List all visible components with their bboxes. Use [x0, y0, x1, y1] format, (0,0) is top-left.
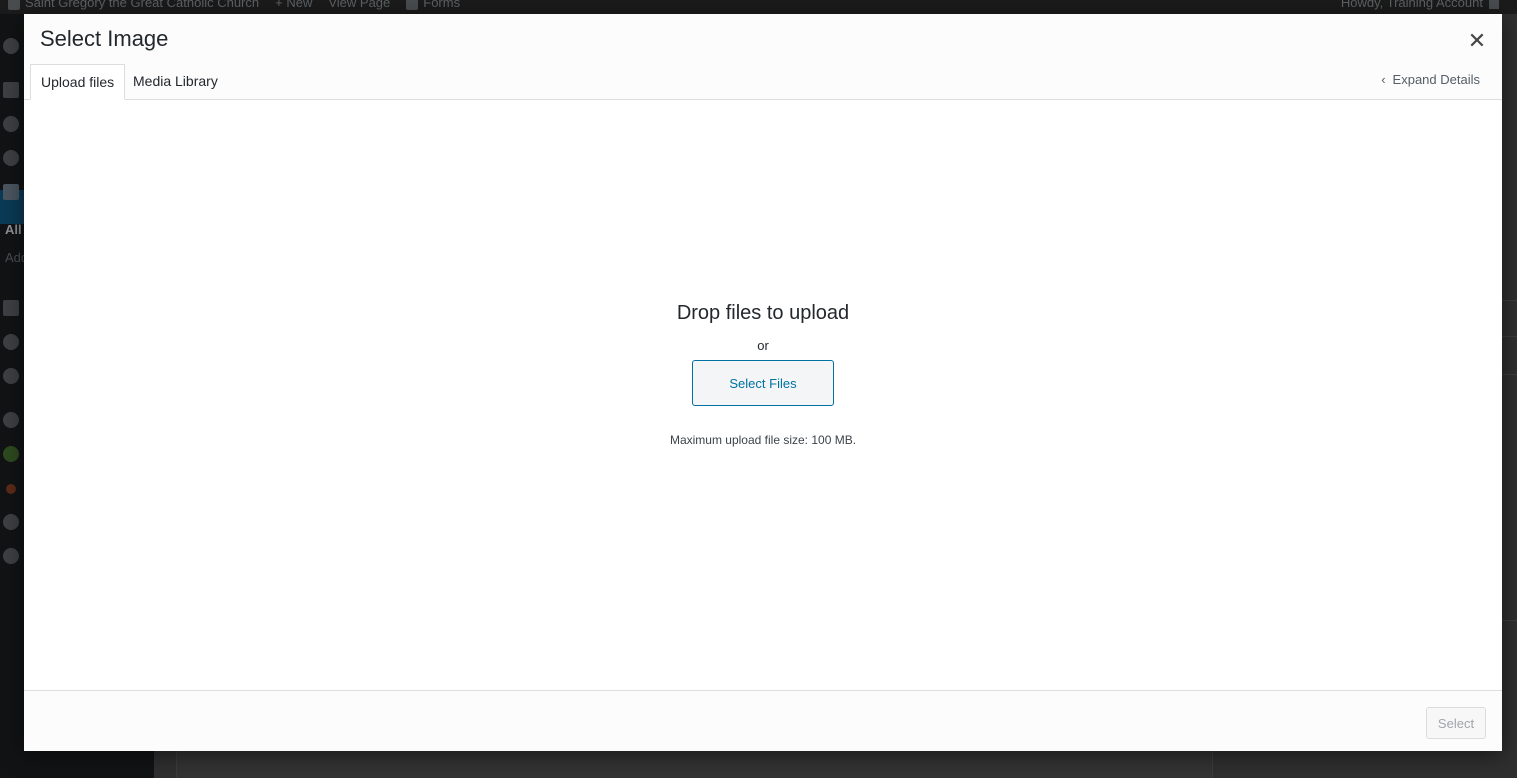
max-upload-size: Maximum upload file size: 100 MB.	[669, 433, 857, 447]
select-files-button[interactable]: Select Files	[692, 360, 834, 406]
expand-details-label: Expand Details	[1392, 72, 1480, 87]
site-name: Saint Gregory the Great Catholic Church	[25, 0, 260, 10]
drop-files-title: Drop files to upload	[676, 302, 850, 324]
view-page-link: View Page	[328, 0, 391, 10]
site-home-link: Saint Gregory the Great Catholic Church	[8, 0, 259, 10]
background-divider	[1502, 620, 1517, 621]
modal-footer: Select	[24, 690, 1502, 751]
plus-icon: +	[275, 0, 287, 10]
background-divider	[1502, 300, 1517, 301]
tab-media-library[interactable]: Media Library	[123, 64, 228, 98]
avatar	[1489, 0, 1499, 9]
chevron-left-icon: ‹	[1381, 72, 1386, 87]
modal-header: Select Image ✕ Upload files Media Librar…	[24, 14, 1502, 100]
or-text: or	[757, 338, 769, 353]
tools-icon	[3, 300, 19, 316]
new-label: New	[286, 0, 313, 10]
pin-icon	[3, 82, 19, 98]
leaf-icon	[3, 446, 19, 462]
background-divider	[1502, 374, 1517, 375]
admin-bar: Saint Gregory the Great Catholic Church …	[0, 0, 1517, 14]
plugin-icon	[6, 484, 16, 494]
mountain-icon	[3, 514, 19, 530]
select-button[interactable]: Select	[1426, 707, 1486, 739]
home-icon	[8, 0, 20, 10]
close-icon: ✕	[1467, 28, 1487, 53]
forms-label: Forms	[423, 0, 461, 10]
group-icon	[3, 412, 19, 428]
forms-icon	[406, 0, 419, 10]
forms-link: Forms	[406, 0, 460, 10]
modal-title: Select Image	[40, 26, 169, 51]
tab-upload-files[interactable]: Upload files	[30, 64, 126, 100]
select-image-modal: Select Image ✕ Upload files Media Librar…	[24, 14, 1502, 751]
close-button[interactable]: ✕	[1462, 26, 1492, 56]
collapse-icon	[3, 548, 19, 564]
account-greeting: Howdy, Training Account	[1341, 0, 1499, 10]
new-link: + New	[275, 0, 312, 10]
settings-icon	[3, 368, 19, 384]
greeting-text: Howdy, Training Account	[1340, 0, 1483, 10]
globe-icon	[3, 150, 19, 166]
pages-icon	[3, 184, 19, 200]
users-icon	[3, 334, 19, 350]
upload-drop-zone[interactable]: Drop files to upload or Select Files Max…	[24, 100, 1502, 690]
sidebar-sub-all: All	[5, 222, 22, 237]
media-icon	[3, 116, 19, 132]
expand-details-link[interactable]: ‹ Expand Details	[1381, 72, 1480, 87]
background-divider	[1502, 336, 1517, 337]
dashboard-icon	[3, 38, 19, 54]
